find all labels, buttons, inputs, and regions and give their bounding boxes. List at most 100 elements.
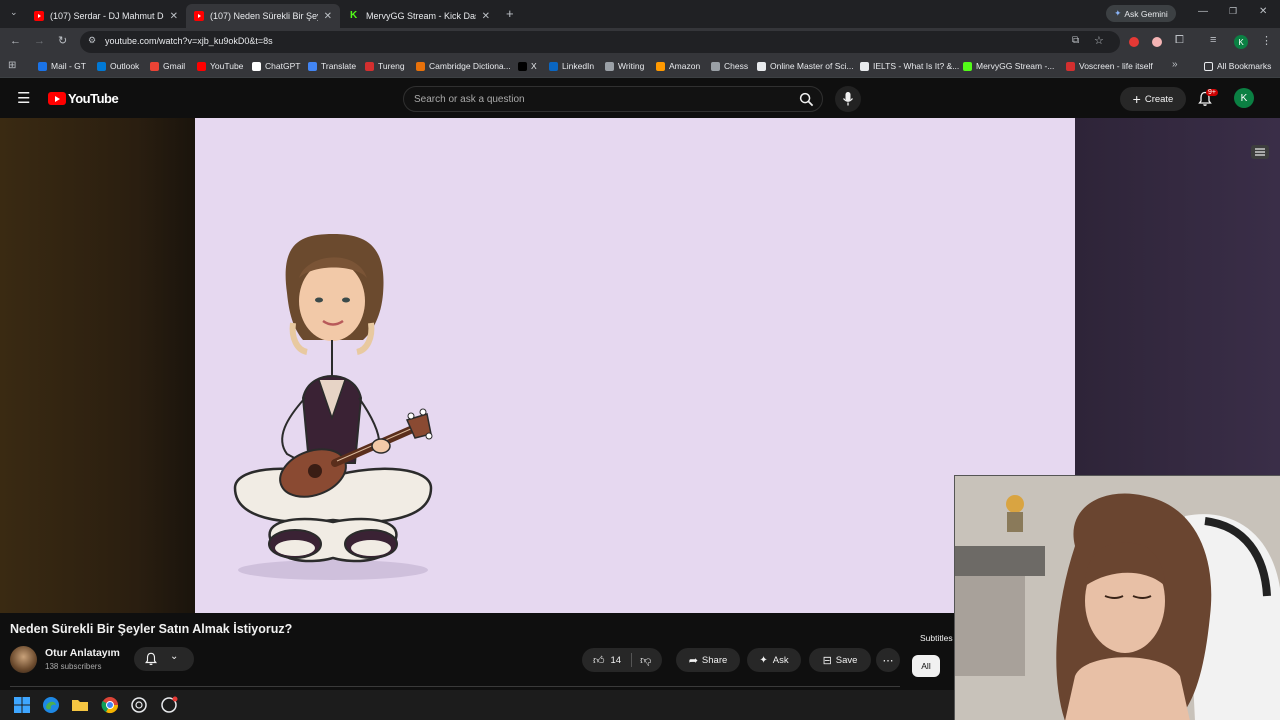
- bookmark-item[interactable]: Mail - GT: [38, 61, 86, 71]
- channel-name[interactable]: Otur Anlatayım: [45, 647, 120, 659]
- minimize-window-icon[interactable]: —: [1198, 6, 1208, 17]
- video-player[interactable]: [195, 118, 1075, 613]
- site-info-icon[interactable]: ⚙: [88, 35, 96, 46]
- voscreen-icon: [1066, 61, 1075, 71]
- file-explorer-icon[interactable]: [71, 696, 89, 714]
- channel-avatar[interactable]: [10, 646, 37, 673]
- chrome-browser-icon[interactable]: [101, 696, 119, 714]
- bookmark-item[interactable]: Tureng: [365, 61, 405, 71]
- tab-search-icon[interactable]: ⌄: [10, 7, 18, 18]
- restore-window-icon[interactable]: ❐: [1229, 6, 1237, 17]
- bookmark-item[interactable]: Chess: [711, 61, 748, 71]
- voice-search-button[interactable]: [835, 86, 861, 112]
- subscriber-count: 138 subscribers: [45, 662, 102, 671]
- bookmark-item[interactable]: Online Master of Sci...: [757, 61, 854, 71]
- back-arrow-icon[interactable]: ←: [10, 35, 21, 47]
- close-tab-icon[interactable]: ✕: [170, 11, 178, 22]
- webcam-overlay: [954, 475, 1280, 720]
- reload-icon[interactable]: ↻: [58, 34, 67, 47]
- youtube-logo-icon[interactable]: [48, 92, 66, 105]
- address-bar[interactable]: ⚙ youtube.com/watch?v=xjb_ku9okD0&t=8s ⧉…: [80, 31, 1120, 53]
- bookmark-item[interactable]: Outlook: [97, 61, 139, 71]
- chip-all[interactable]: All: [912, 655, 940, 677]
- divider: [631, 653, 633, 667]
- like-thumb-up-icon[interactable]: 👍︎: [593, 654, 605, 667]
- more-actions-button[interactable]: ⋯: [876, 648, 900, 672]
- bookmark-item[interactable]: Translate: [308, 61, 356, 71]
- save-label: Save: [835, 654, 858, 666]
- media-controls-icon[interactable]: ≡: [1210, 34, 1216, 46]
- obs-studio-icon[interactable]: [160, 696, 178, 714]
- ambient-glow-left: [0, 118, 195, 613]
- ask-label: Ask: [772, 654, 789, 666]
- ask-gemini-button[interactable]: ✦ Ask Gemini: [1106, 5, 1176, 22]
- share-button[interactable]: ➦ Share: [676, 648, 740, 672]
- close-tab-icon[interactable]: ✕: [482, 11, 490, 22]
- bookmark-label: Gmail: [163, 61, 186, 71]
- tab-title: (107) Serdar - DJ Mahmut Deg: [50, 11, 164, 21]
- bookmark-item[interactable]: X: [518, 61, 537, 71]
- browser-tab-kick-dashboard[interactable]: K MervyGG Stream - Kick Dashbo ✕: [342, 4, 498, 28]
- hamburger-menu-icon[interactable]: ☰: [17, 89, 30, 107]
- profile-avatar[interactable]: K: [1234, 35, 1248, 49]
- search-icon[interactable]: [799, 92, 814, 107]
- bookmark-item[interactable]: Amazon: [656, 61, 700, 71]
- more-menu-icon[interactable]: ⋮: [1261, 34, 1272, 47]
- more-horizontal-icon: ⋯: [882, 654, 894, 667]
- save-button[interactable]: ⊟ Save: [809, 648, 871, 672]
- extensions-puzzle-icon[interactable]: ⧠: [1175, 34, 1184, 47]
- new-tab-button[interactable]: +: [506, 6, 514, 21]
- url-text[interactable]: youtube.com/watch?v=xjb_ku9okD0&t=8s: [105, 36, 273, 46]
- extension-red-icon[interactable]: [1129, 37, 1139, 47]
- forward-arrow-icon[interactable]: →: [34, 35, 45, 47]
- plus-icon: +: [1132, 91, 1141, 107]
- bookmark-item[interactable]: Voscreen - life itself: [1066, 61, 1153, 71]
- browser-toolbar: ← → ↻ ⚙ youtube.com/watch?v=xjb_ku9okD0&…: [0, 28, 1280, 56]
- browser-tab-youtube-serdar[interactable]: (107) Serdar - DJ Mahmut Deg ✕: [26, 4, 186, 28]
- bookmark-item[interactable]: ChatGPT: [252, 61, 300, 71]
- bookmark-item[interactable]: Gmail: [150, 61, 185, 71]
- install-app-icon[interactable]: ⧉: [1072, 35, 1079, 46]
- bookmark-item[interactable]: MervyGG Stream -...: [963, 61, 1054, 71]
- bookmark-label: X: [531, 61, 537, 71]
- like-count[interactable]: 14: [611, 655, 622, 666]
- account-avatar[interactable]: K: [1234, 88, 1254, 108]
- dislike-thumb-down-icon[interactable]: 👎︎: [640, 654, 651, 667]
- bookmark-item[interactable]: Cambridge Dictiona...: [416, 61, 511, 71]
- bookmark-label: Translate: [321, 61, 357, 71]
- edge-browser-icon[interactable]: [42, 696, 60, 714]
- bookmark-item[interactable]: LinkedIn: [549, 61, 594, 71]
- bookmark-item[interactable]: IELTS - What Is It? &...: [860, 61, 959, 71]
- close-window-icon[interactable]: ✕: [1259, 6, 1267, 17]
- bookmark-label: Writing: [618, 61, 645, 71]
- subscription-bell-button[interactable]: ⌄: [134, 647, 194, 671]
- chatgpt-app-icon[interactable]: [130, 696, 148, 714]
- all-bookmarks-button[interactable]: All Bookmarks: [1204, 61, 1271, 71]
- extension-pink-icon[interactable]: [1152, 37, 1162, 47]
- more-bookmarks-chevron-icon[interactable]: »: [1172, 59, 1178, 70]
- browser-tab-youtube-neden[interactable]: (107) Neden Sürekli Bir Şeyler S ✕: [186, 4, 340, 28]
- bookmark-label: LinkedIn: [562, 61, 595, 71]
- close-tab-icon[interactable]: ✕: [324, 11, 332, 22]
- mail-icon: [38, 61, 47, 71]
- cambridge-icon: [416, 61, 425, 71]
- amazon-icon: [656, 61, 665, 71]
- bookmark-item[interactable]: Writing: [605, 61, 644, 71]
- bookmark-label: YouTube: [210, 61, 244, 71]
- bookmark-label: Cambridge Dictiona...: [429, 61, 511, 71]
- chapters-list-icon[interactable]: [1251, 145, 1269, 159]
- chatgpt-icon: [252, 61, 261, 71]
- windows-start-icon[interactable]: [13, 696, 31, 714]
- subtitles-label: Subtitles: [920, 633, 953, 643]
- webcam-feed-image: [955, 476, 1280, 720]
- apps-grid-icon[interactable]: ⊞: [8, 60, 16, 71]
- ask-button[interactable]: ✦ Ask: [747, 648, 801, 672]
- tureng-icon: [365, 61, 374, 71]
- search-input[interactable]: Search or ask a question: [403, 86, 823, 112]
- bookmark-star-icon[interactable]: ☆: [1094, 34, 1104, 47]
- bookmark-item[interactable]: YouTube: [197, 61, 243, 71]
- create-button[interactable]: + Create: [1120, 87, 1186, 111]
- microphone-icon: [842, 92, 854, 106]
- youtube-logo-text[interactable]: YouTube: [68, 91, 119, 106]
- bookmark-label: Outlook: [110, 61, 140, 71]
